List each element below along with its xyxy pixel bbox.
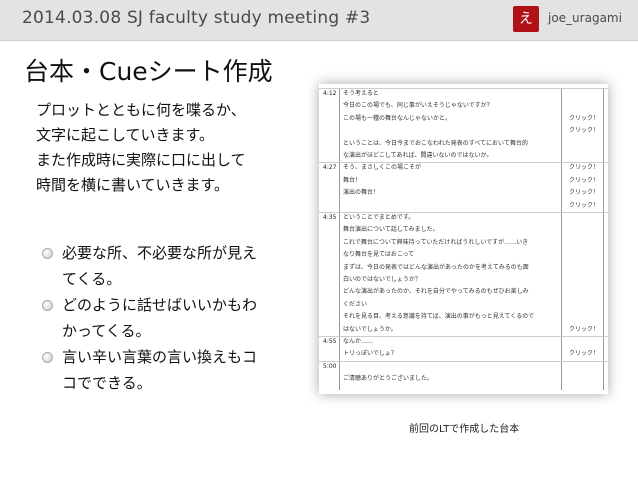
bullet-line: てくる。 [62,270,122,288]
bullet-line: 言い辛い言葉の言い換えもコ [62,348,258,366]
script-line: トリっぽいでしょ？ [343,350,397,358]
bullet-icon [42,352,53,363]
cue-mark: クリック！ [569,164,600,172]
script-line: 演出の舞台！ [343,189,380,197]
intro-text: プロットとともに何を喋るか、 文字に起こしていきます。 また作成時に実際に口に出… [36,98,306,198]
script-time: 4:35 [323,214,337,221]
bullet-item: 必要な所、不必要な所が見え てくる。 [40,240,310,292]
header-title: 2014.03.08 SJ faculty study meeting #3 [22,8,371,28]
script-time: 5:00 [323,362,337,370]
column-divider [339,88,340,390]
bullet-list: 必要な所、不必要な所が見え てくる。 どのように話せばいいかもわ かってくる。 … [40,240,310,396]
bullet-icon [42,248,53,259]
bullet-item: 言い辛い言葉の言い換えもコ コでできる。 [40,344,310,396]
script-line: そう考えると [343,90,379,97]
cue-mark: クリック！ [569,350,600,358]
script-line: これで舞台について興味持っていただければうれしいですが……いき [343,238,529,246]
row-divider [319,212,608,213]
author-logo: え [513,6,539,32]
script-caption: 前回のLTで作成した台本 [409,424,520,435]
column-divider [561,88,562,390]
script-screenshot: 4:12 そう考えると今日のこの場でも、同じ事がいえそうじゃないですか？ この場も一… [319,84,608,394]
script-time: 4:55 [323,338,337,345]
cue-mark: クリック！ [569,201,600,209]
script-line: ください [343,300,368,308]
bullet-line: かってくる。 [62,322,151,340]
script-time: 4:27 [323,164,337,172]
cue-mark: クリック！ [569,114,600,122]
script-line: ということでまとめです。 [343,214,415,221]
intro-line: また作成時に実際に口に出して [36,151,246,169]
slide-title: 台本・Cueシート作成 [24,57,273,86]
script-line: はないでしょうか。 [343,325,397,333]
row-divider [319,360,608,362]
bullet-icon [42,300,53,311]
bullet-line: コでできる。 [62,374,152,392]
script-line: な演出がほどこしてあれば、間違いないのではないか。 [343,152,493,159]
script-line: なんか…… [343,338,374,345]
script-line: まずは、今日の発表ではどんな演出があったのかを考えてみるのも面 [343,263,529,271]
script-line: どんな演出があったのか、それを自分でやってみるのもぜひお楽しみ [343,288,529,296]
slide-header: 2014.03.08 SJ faculty study meeting #3 え… [0,0,638,41]
intro-line: 文字に起こしていきます。 [36,126,215,144]
script-line: 舞台演出について話してみました。 [343,226,439,234]
cue-mark: クリック！ [569,176,600,184]
script-line: 舞台！ [343,176,362,184]
column-divider [603,88,604,390]
script-line: 今日のこの場でも、同じ事がいえそうじゃないですか？ [343,102,493,110]
cue-mark: クリック！ [569,189,600,197]
bullet-line: どのように話せばいいかもわ [62,296,258,314]
script-time: 4:12 [323,90,337,97]
cue-mark: クリック！ [569,325,600,333]
script-line: 白いのではないでしょうか？ [343,276,421,283]
intro-line: プロットとともに何を喋るか、 [36,101,246,119]
script-line: それを見る目、考える意識を持てば、演出の事がもっと見えてくるので [343,313,535,321]
script-line: ということは、今日今までおこなわれた発表のすべてにおいて舞台的 [343,139,528,147]
script-line: この場も一種の舞台なんじゃないかと。 [343,114,452,122]
script-line: ご清聴ありがとうございました。 [343,375,434,383]
script-line: なり舞台を見てはおこって [343,251,415,259]
bullet-line: 必要な所、不必要な所が見え [62,244,258,262]
row-divider [319,88,608,89]
script-line: そう、まさしくこの場こそが [343,164,422,172]
author-name: joe_uragami [548,11,622,25]
bullet-item: どのように話せばいいかもわ かってくる。 [40,292,310,344]
row-divider [319,336,608,337]
intro-line: 時間を横に書いていきます。 [36,176,230,194]
cue-mark: クリック！ [569,127,600,135]
